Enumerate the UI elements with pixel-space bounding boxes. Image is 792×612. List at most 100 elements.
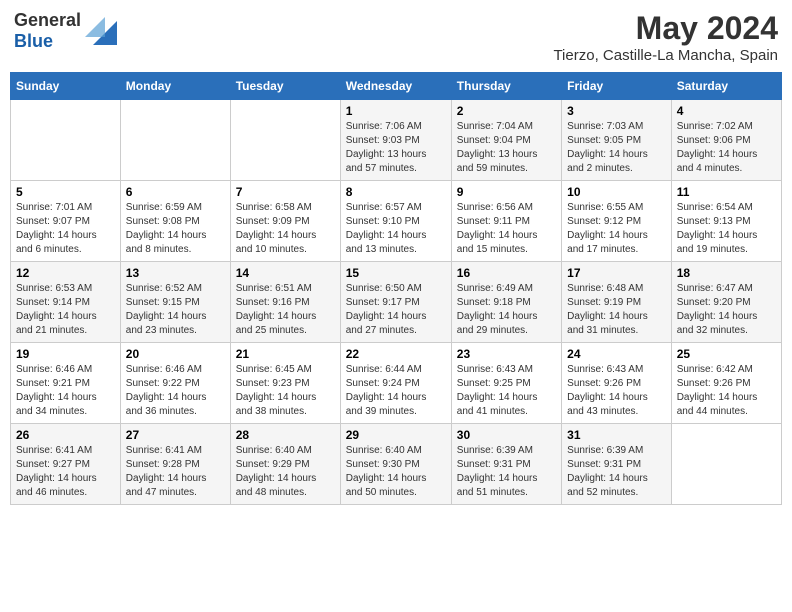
calendar-cell: 30Sunrise: 6:39 AMSunset: 9:31 PMDayligh… — [451, 424, 561, 505]
calendar-cell: 22 Sunrise: 6:44 AMSunset: 9:24 PMDayligh… — [340, 343, 451, 424]
day-number: 10 — [567, 185, 666, 199]
weekday-header-wednesday: Wednesday — [340, 73, 451, 100]
calendar-cell: 13 Sunrise: 6:52 AMSunset: 9:15 PMDayligh… — [120, 262, 230, 343]
calendar-body: 1 Sunrise: 7:06 AMSunset: 9:03 PMDaylight… — [11, 100, 782, 505]
cell-info: Sunrise: 6:39 AMSunset: 9:31 PMDaylight:… — [567, 444, 666, 500]
cell-info: Sunrise: 6:56 AMSunset: 9:11 PMDaylight:… — [457, 201, 556, 257]
logo-general: General Blue — [14, 10, 81, 52]
calendar-cell: 14 Sunrise: 6:51 AMSunset: 9:16 PMDayligh… — [230, 262, 340, 343]
calendar-cell — [671, 424, 781, 505]
cell-info: Sunrise: 6:41 AMSunset: 9:27 PMDaylight:… — [16, 444, 115, 500]
calendar-cell: 16Sunrise: 6:49 AMSunset: 9:18 PMDayligh… — [451, 262, 561, 343]
weekday-header-row: SundayMondayTuesdayWednesdayThursdayFrid… — [11, 73, 782, 100]
cell-info: Sunrise: 6:51 AMSunset: 9:16 PMDaylight:… — [236, 282, 335, 338]
logo: General Blue — [14, 10, 117, 52]
calendar-cell: 2Sunrise: 7:04 AMSunset: 9:04 PMDaylight… — [451, 100, 561, 181]
cell-info: Sunrise: 6:40 AMSunset: 9:29 PMDaylight:… — [236, 444, 335, 500]
cell-info: Sunrise: 6:45 AMSunset: 9:23 PMDaylight:… — [236, 363, 335, 419]
cell-info: Sunrise: 6:39 AMSunset: 9:31 PMDaylight:… — [457, 444, 556, 500]
weekday-header-saturday: Saturday — [671, 73, 781, 100]
cell-info: Sunrise: 6:48 AMSunset: 9:19 PMDaylight:… — [567, 282, 666, 338]
calendar-cell — [11, 100, 121, 181]
day-number: 22 — [346, 347, 446, 361]
cell-info: Sunrise: 6:58 AMSunset: 9:09 PMDaylight:… — [236, 201, 335, 257]
calendar-cell: 31 Sunrise: 6:39 AMSunset: 9:31 PMDayligh… — [562, 424, 672, 505]
calendar-row: 1 Sunrise: 7:06 AMSunset: 9:03 PMDaylight… — [11, 100, 782, 181]
day-number: 29 — [346, 428, 446, 442]
subtitle: Tierzo, Castille-La Mancha, Spain — [553, 47, 778, 64]
calendar-cell: 5Sunrise: 7:01 AMSunset: 9:07 PMDaylight… — [11, 181, 121, 262]
calendar-row: 19 Sunrise: 6:46 AMSunset: 9:21 PMDayligh… — [11, 343, 782, 424]
calendar-cell — [120, 100, 230, 181]
day-number: 21 — [236, 347, 335, 361]
cell-info: Sunrise: 6:46 AMSunset: 9:21 PMDaylight:… — [16, 363, 115, 419]
cell-info: Sunrise: 6:52 AMSunset: 9:15 PMDaylight:… — [126, 282, 225, 338]
cell-info: Sunrise: 6:43 AMSunset: 9:25 PMDaylight:… — [457, 363, 556, 419]
title-block: May 2024 Tierzo, Castille-La Mancha, Spa… — [553, 10, 778, 64]
calendar-cell: 4 Sunrise: 7:02 AMSunset: 9:06 PMDaylight… — [671, 100, 781, 181]
day-number: 18 — [677, 266, 776, 280]
cell-info: Sunrise: 6:55 AMSunset: 9:12 PMDaylight:… — [567, 201, 666, 257]
cell-info: Sunrise: 6:41 AMSunset: 9:28 PMDaylight:… — [126, 444, 225, 500]
cell-info: Sunrise: 6:43 AMSunset: 9:26 PMDaylight:… — [567, 363, 666, 419]
day-number: 16 — [457, 266, 556, 280]
day-number: 25 — [677, 347, 776, 361]
calendar-cell: 19 Sunrise: 6:46 AMSunset: 9:21 PMDayligh… — [11, 343, 121, 424]
calendar-cell: 15 Sunrise: 6:50 AMSunset: 9:17 PMDayligh… — [340, 262, 451, 343]
calendar-cell: 17 Sunrise: 6:48 AMSunset: 9:19 PMDayligh… — [562, 262, 672, 343]
weekday-header-thursday: Thursday — [451, 73, 561, 100]
day-number: 8 — [346, 185, 446, 199]
calendar-cell: 20Sunrise: 6:46 AMSunset: 9:22 PMDayligh… — [120, 343, 230, 424]
cell-info: Sunrise: 6:42 AMSunset: 9:26 PMDaylight:… — [677, 363, 776, 419]
calendar-row: 12Sunrise: 6:53 AMSunset: 9:14 PMDayligh… — [11, 262, 782, 343]
calendar-cell: 23 Sunrise: 6:43 AMSunset: 9:25 PMDayligh… — [451, 343, 561, 424]
calendar-cell: 8 Sunrise: 6:57 AMSunset: 9:10 PMDaylight… — [340, 181, 451, 262]
main-title: May 2024 — [553, 10, 778, 47]
day-number: 11 — [677, 185, 776, 199]
day-number: 20 — [126, 347, 225, 361]
calendar-cell: 10 Sunrise: 6:55 AMSunset: 9:12 PMDayligh… — [562, 181, 672, 262]
day-number: 4 — [677, 104, 776, 118]
calendar-cell: 26 Sunrise: 6:41 AMSunset: 9:27 PMDayligh… — [11, 424, 121, 505]
day-number: 17 — [567, 266, 666, 280]
cell-info: Sunrise: 7:03 AMSunset: 9:05 PMDaylight:… — [567, 120, 666, 176]
day-number: 13 — [126, 266, 225, 280]
cell-info: Sunrise: 7:04 AMSunset: 9:04 PMDaylight:… — [457, 120, 556, 176]
cell-info: Sunrise: 6:54 AMSunset: 9:13 PMDaylight:… — [677, 201, 776, 257]
day-number: 23 — [457, 347, 556, 361]
cell-info: Sunrise: 6:44 AMSunset: 9:24 PMDaylight:… — [346, 363, 446, 419]
cell-info: Sunrise: 6:40 AMSunset: 9:30 PMDaylight:… — [346, 444, 446, 500]
cell-info: Sunrise: 7:02 AMSunset: 9:06 PMDaylight:… — [677, 120, 776, 176]
calendar-cell: 9 Sunrise: 6:56 AMSunset: 9:11 PMDaylight… — [451, 181, 561, 262]
calendar-cell: 21 Sunrise: 6:45 AMSunset: 9:23 PMDayligh… — [230, 343, 340, 424]
calendar-cell: 11 Sunrise: 6:54 AMSunset: 9:13 PMDayligh… — [671, 181, 781, 262]
day-number: 27 — [126, 428, 225, 442]
weekday-header-friday: Friday — [562, 73, 672, 100]
calendar-cell: 25 Sunrise: 6:42 AMSunset: 9:26 PMDayligh… — [671, 343, 781, 424]
cell-info: Sunrise: 6:59 AMSunset: 9:08 PMDaylight:… — [126, 201, 225, 257]
day-number: 3 — [567, 104, 666, 118]
calendar-cell: 27 Sunrise: 6:41 AMSunset: 9:28 PMDayligh… — [120, 424, 230, 505]
calendar-cell: 28Sunrise: 6:40 AMSunset: 9:29 PMDayligh… — [230, 424, 340, 505]
cell-info: Sunrise: 6:57 AMSunset: 9:10 PMDaylight:… — [346, 201, 446, 257]
cell-info: Sunrise: 7:06 AMSunset: 9:03 PMDaylight:… — [346, 120, 446, 176]
day-number: 19 — [16, 347, 115, 361]
calendar-cell: 29 Sunrise: 6:40 AMSunset: 9:30 PMDayligh… — [340, 424, 451, 505]
calendar-cell: 3 Sunrise: 7:03 AMSunset: 9:05 PMDaylight… — [562, 100, 672, 181]
day-number: 6 — [126, 185, 225, 199]
day-number: 1 — [346, 104, 446, 118]
day-number: 7 — [236, 185, 335, 199]
cell-info: Sunrise: 6:50 AMSunset: 9:17 PMDaylight:… — [346, 282, 446, 338]
calendar-cell: 1 Sunrise: 7:06 AMSunset: 9:03 PMDaylight… — [340, 100, 451, 181]
day-number: 14 — [236, 266, 335, 280]
weekday-header-tuesday: Tuesday — [230, 73, 340, 100]
day-number: 15 — [346, 266, 446, 280]
calendar-cell — [230, 100, 340, 181]
page-header: General Blue May 2024 Tierzo, Castille-L… — [10, 10, 782, 64]
day-number: 26 — [16, 428, 115, 442]
day-number: 31 — [567, 428, 666, 442]
logo-icon — [85, 17, 117, 45]
cell-info: Sunrise: 6:47 AMSunset: 9:20 PMDaylight:… — [677, 282, 776, 338]
day-number: 9 — [457, 185, 556, 199]
calendar-cell: 7 Sunrise: 6:58 AMSunset: 9:09 PMDaylight… — [230, 181, 340, 262]
